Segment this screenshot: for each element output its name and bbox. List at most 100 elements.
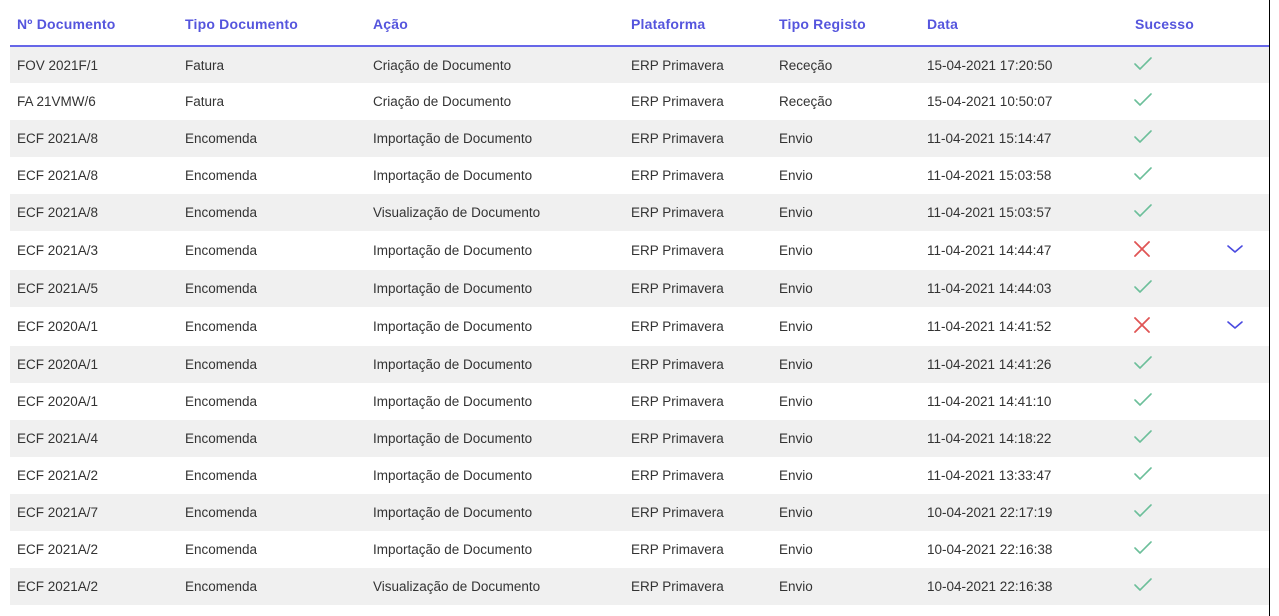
table-row[interactable]: ECF 2020A/1 Encomenda Importação de Docume… xyxy=(10,383,1269,420)
cell-expand xyxy=(1226,46,1269,83)
table-body: FOV 2021F/1 Fatura Criação de Documento ERP… xyxy=(10,46,1269,605)
cell-sucesso xyxy=(1128,383,1226,420)
cell-tipo-documento: Encomenda xyxy=(178,270,366,307)
cell-data: 11-04-2021 15:03:58 xyxy=(927,168,1052,183)
check-icon xyxy=(1133,203,1153,222)
table-row[interactable]: FOV 2021F/1 Fatura Criação de Documento ERP… xyxy=(10,46,1269,83)
cell-data: 11-04-2021 14:44:03 xyxy=(920,270,1128,307)
header-plataforma[interactable]: Plataforma xyxy=(624,0,772,47)
cell-sucesso xyxy=(1128,420,1226,457)
header-sucesso[interactable]: Sucesso xyxy=(1128,0,1226,47)
cell-tipo-documento: Encomenda xyxy=(178,194,366,231)
cell-n-documento: FA 21VMW/6 xyxy=(17,94,96,109)
table-row[interactable]: ECF 2021A/2 Encomenda Visualização de Docu… xyxy=(10,568,1269,605)
cell-tipo-documento: Fatura xyxy=(178,46,366,83)
table-row[interactable]: ECF 2021A/7 Encomenda Importação de Docume… xyxy=(10,494,1269,531)
cell-plataforma: ERP Primavera xyxy=(624,346,772,383)
cell-n-documento: ECF 2020A/1 xyxy=(17,394,99,409)
cell-n-documento: ECF 2021A/8 xyxy=(10,120,178,157)
right-divider xyxy=(1269,0,1270,616)
header-data[interactable]: Data xyxy=(920,0,1128,47)
cell-sucesso xyxy=(1128,307,1226,346)
cell-expand[interactable] xyxy=(1226,231,1269,270)
cell-sucesso xyxy=(1128,83,1226,120)
cell-tipo-documento: Encomenda xyxy=(185,542,258,557)
cell-expand xyxy=(1226,568,1269,605)
cell-sucesso xyxy=(1128,46,1226,83)
cell-acao: Importação de Documento xyxy=(373,168,533,183)
cell-sucesso xyxy=(1128,231,1226,270)
header-acao[interactable]: Ação xyxy=(366,0,624,47)
cell-sucesso xyxy=(1128,270,1226,307)
cell-data: 11-04-2021 14:41:10 xyxy=(927,394,1052,409)
header-tipo-documento[interactable]: Tipo Documento xyxy=(178,0,366,47)
cell-sucesso xyxy=(1128,531,1226,568)
check-icon xyxy=(1133,92,1153,111)
cell-plataforma: ERP Primavera xyxy=(631,94,724,109)
cell-expand xyxy=(1226,83,1269,120)
cell-plataforma: ERP Primavera xyxy=(624,194,772,231)
header-expand xyxy=(1226,0,1269,47)
cell-tipo-documento: Encomenda xyxy=(178,420,366,457)
cell-tipo-documento: Encomenda xyxy=(185,319,258,334)
cell-tipo-registo: Receção xyxy=(772,46,920,83)
cell-plataforma: ERP Primavera xyxy=(631,243,724,258)
cell-expand xyxy=(1226,157,1269,194)
cell-data: 11-04-2021 14:44:47 xyxy=(927,243,1052,258)
table-row[interactable]: ECF 2020A/1 Encomenda Importação de Docume… xyxy=(10,346,1269,383)
table-row[interactable]: ECF 2020A/1 Encomenda Importação de Docume… xyxy=(10,307,1269,346)
cell-tipo-documento: Encomenda xyxy=(185,168,258,183)
table-row[interactable]: ECF 2021A/5 Encomenda Importação de Docume… xyxy=(10,270,1269,307)
cell-n-documento: ECF 2020A/1 xyxy=(17,319,99,334)
table-row[interactable]: ECF 2021A/2 Encomenda Importação de Docume… xyxy=(10,457,1269,494)
cell-plataforma: ERP Primavera xyxy=(624,120,772,157)
cell-data: 10-04-2021 22:16:38 xyxy=(920,568,1128,605)
chevron-down-icon[interactable] xyxy=(1226,243,1244,258)
cell-plataforma: ERP Primavera xyxy=(631,542,724,557)
cell-sucesso xyxy=(1128,568,1226,605)
cell-tipo-registo: Envio xyxy=(779,168,813,183)
cell-tipo-documento: Encomenda xyxy=(185,394,258,409)
cell-plataforma: ERP Primavera xyxy=(631,319,724,334)
table-row[interactable]: ECF 2021A/3 Encomenda Importação de Docume… xyxy=(10,231,1269,270)
cell-tipo-documento: Encomenda xyxy=(178,568,366,605)
cell-tipo-registo: Envio xyxy=(779,542,813,557)
chevron-down-icon[interactable] xyxy=(1226,319,1244,334)
cell-data: 15-04-2021 17:20:50 xyxy=(920,46,1128,83)
table-row[interactable]: ECF 2021A/2 Encomenda Importação de Docume… xyxy=(10,531,1269,568)
table-row[interactable]: FA 21VMW/6 Fatura Criação de Documento ERP … xyxy=(10,83,1269,120)
cell-data: 11-04-2021 14:41:26 xyxy=(920,346,1128,383)
cell-expand xyxy=(1226,120,1269,157)
cell-tipo-registo: Envio xyxy=(779,319,813,334)
table-row[interactable]: ECF 2021A/8 Encomenda Importação de Docume… xyxy=(10,157,1269,194)
cell-plataforma: ERP Primavera xyxy=(624,420,772,457)
check-icon xyxy=(1133,429,1153,448)
table-row[interactable]: ECF 2021A/8 Encomenda Importação de Docume… xyxy=(10,120,1269,157)
cell-expand[interactable] xyxy=(1226,307,1269,346)
cell-sucesso xyxy=(1128,157,1226,194)
cell-acao: Importação de Documento xyxy=(373,394,533,409)
cell-plataforma: ERP Primavera xyxy=(624,568,772,605)
cell-acao: Visualização de Documento xyxy=(366,568,624,605)
check-icon xyxy=(1133,466,1153,485)
header-tipo-registo[interactable]: Tipo Registo xyxy=(772,0,920,47)
check-icon xyxy=(1133,355,1153,374)
cell-acao: Importação de Documento xyxy=(373,243,533,258)
cell-tipo-documento: Encomenda xyxy=(185,243,258,258)
cell-sucesso xyxy=(1128,120,1226,157)
cell-tipo-registo: Envio xyxy=(779,243,813,258)
cell-data: 11-04-2021 15:03:57 xyxy=(920,194,1128,231)
header-n-documento[interactable]: Nº Documento xyxy=(10,0,178,47)
table-row[interactable]: ECF 2021A/8 Encomenda Visualização de Docu… xyxy=(10,194,1269,231)
cell-expand xyxy=(1226,457,1269,494)
cell-sucesso xyxy=(1128,194,1226,231)
cell-tipo-documento: Fatura xyxy=(185,94,225,109)
table-row[interactable]: ECF 2021A/4 Encomenda Importação de Docume… xyxy=(10,420,1269,457)
cell-tipo-documento: Encomenda xyxy=(178,120,366,157)
cell-n-documento: ECF 2021A/4 xyxy=(10,420,178,457)
cell-n-documento: ECF 2021A/8 xyxy=(10,194,178,231)
cell-data: 11-04-2021 15:14:47 xyxy=(920,120,1128,157)
cell-plataforma: ERP Primavera xyxy=(624,494,772,531)
log-table-container: Nº Documento Tipo Documento Ação Platafo… xyxy=(0,0,1279,616)
cell-n-documento: ECF 2021A/5 xyxy=(10,270,178,307)
